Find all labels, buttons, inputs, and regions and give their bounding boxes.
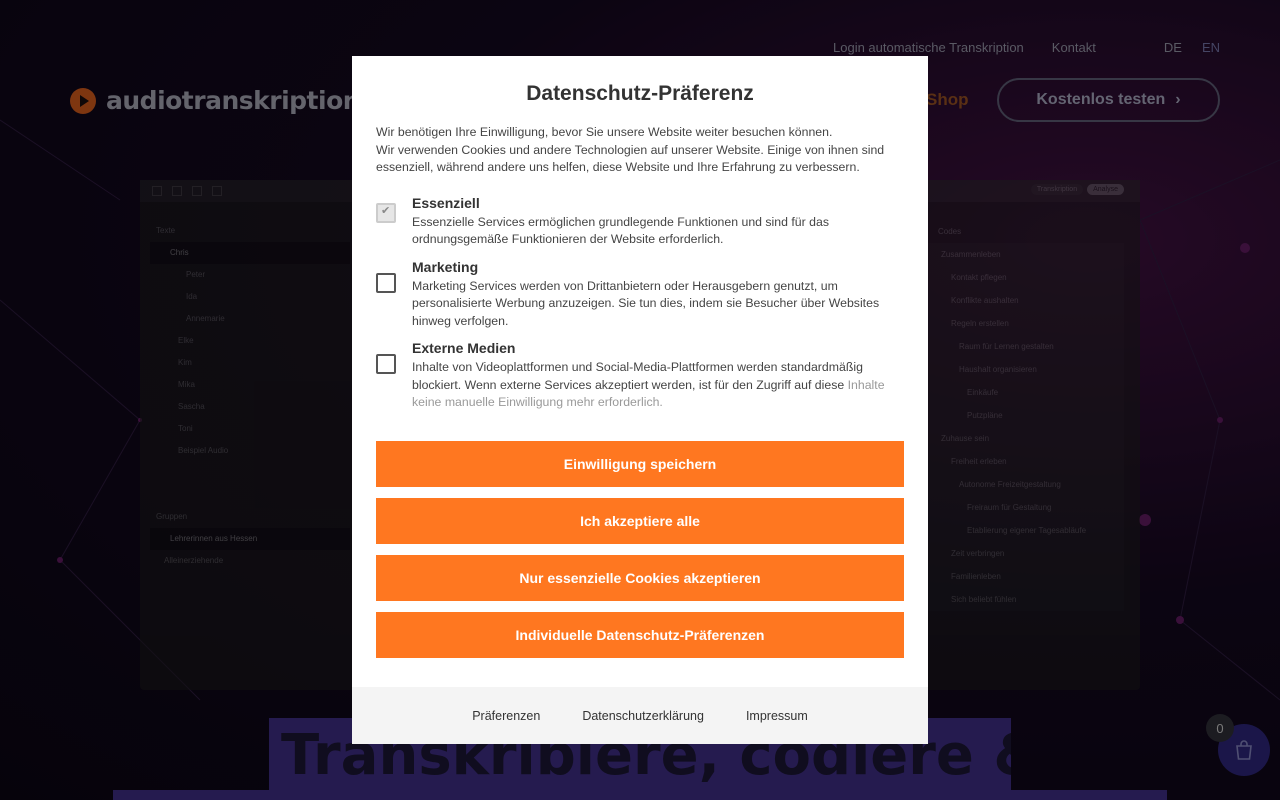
consent-group-title: Essenziell [412, 194, 480, 211]
imprint-link[interactable]: Impressum [746, 709, 808, 723]
consent-group-external-media: Externe Medien Inhalte von Videoplattfor… [376, 340, 904, 412]
individual-preferences-button[interactable]: Individuelle Datenschutz-Präferenzen [376, 611, 904, 658]
essential-checkbox[interactable] [376, 202, 396, 223]
consent-group-description: Inhalte von Videoplattformen und Social-… [412, 359, 904, 412]
consent-group-title: Marketing [412, 258, 479, 275]
consent-group-marketing: Marketing Marketing Services werden von … [376, 259, 904, 331]
consent-group-title: Externe Medien [412, 340, 516, 356]
preferences-link[interactable]: Präferenzen [472, 709, 540, 723]
consent-intro: Wir benötigen Ihre Einwilligung, bevor S… [376, 124, 904, 177]
consent-dialog-body: Datenschutz-Präferenz Wir benötigen Ihre… [352, 56, 928, 687]
accept-all-button[interactable]: Ich akzeptiere alle [376, 497, 904, 544]
consent-group-description-text: Inhalte von Videoplattformen und Social-… [412, 360, 863, 392]
consent-group-description: Marketing Services werden von Drittanbie… [412, 278, 880, 328]
consent-title: Datenschutz-Präferenz [526, 82, 754, 105]
privacy-policy-link[interactable]: Datenschutzerklärung [582, 709, 704, 723]
privacy-consent-dialog: Datenschutz-Präferenz Wir benötigen Ihre… [352, 56, 928, 744]
consent-group-essential: Essenziell Essenzielle Services ermöglic… [376, 195, 904, 249]
external-media-checkbox[interactable] [376, 354, 396, 374]
consent-intro-line2: Wir verwenden Cookies und andere Technol… [376, 142, 885, 175]
consent-footer: Präferenzen Datenschutzerklärung Impress… [352, 687, 928, 744]
consent-intro-line1: Wir benötigen Ihre Einwilligung, bevor S… [376, 125, 833, 139]
marketing-checkbox[interactable] [376, 272, 396, 293]
consent-groups-list[interactable]: Essenziell Essenzielle Services ermöglic… [376, 195, 904, 427]
consent-buttons: Einwilligung speichern Ich akzeptiere al… [376, 440, 904, 658]
accept-essential-only-button[interactable]: Nur essenzielle Cookies akzeptieren [376, 554, 904, 601]
consent-group-description: Essenzielle Services ermöglichen grundle… [412, 214, 829, 247]
save-consent-button[interactable]: Einwilligung speichern [376, 440, 904, 487]
